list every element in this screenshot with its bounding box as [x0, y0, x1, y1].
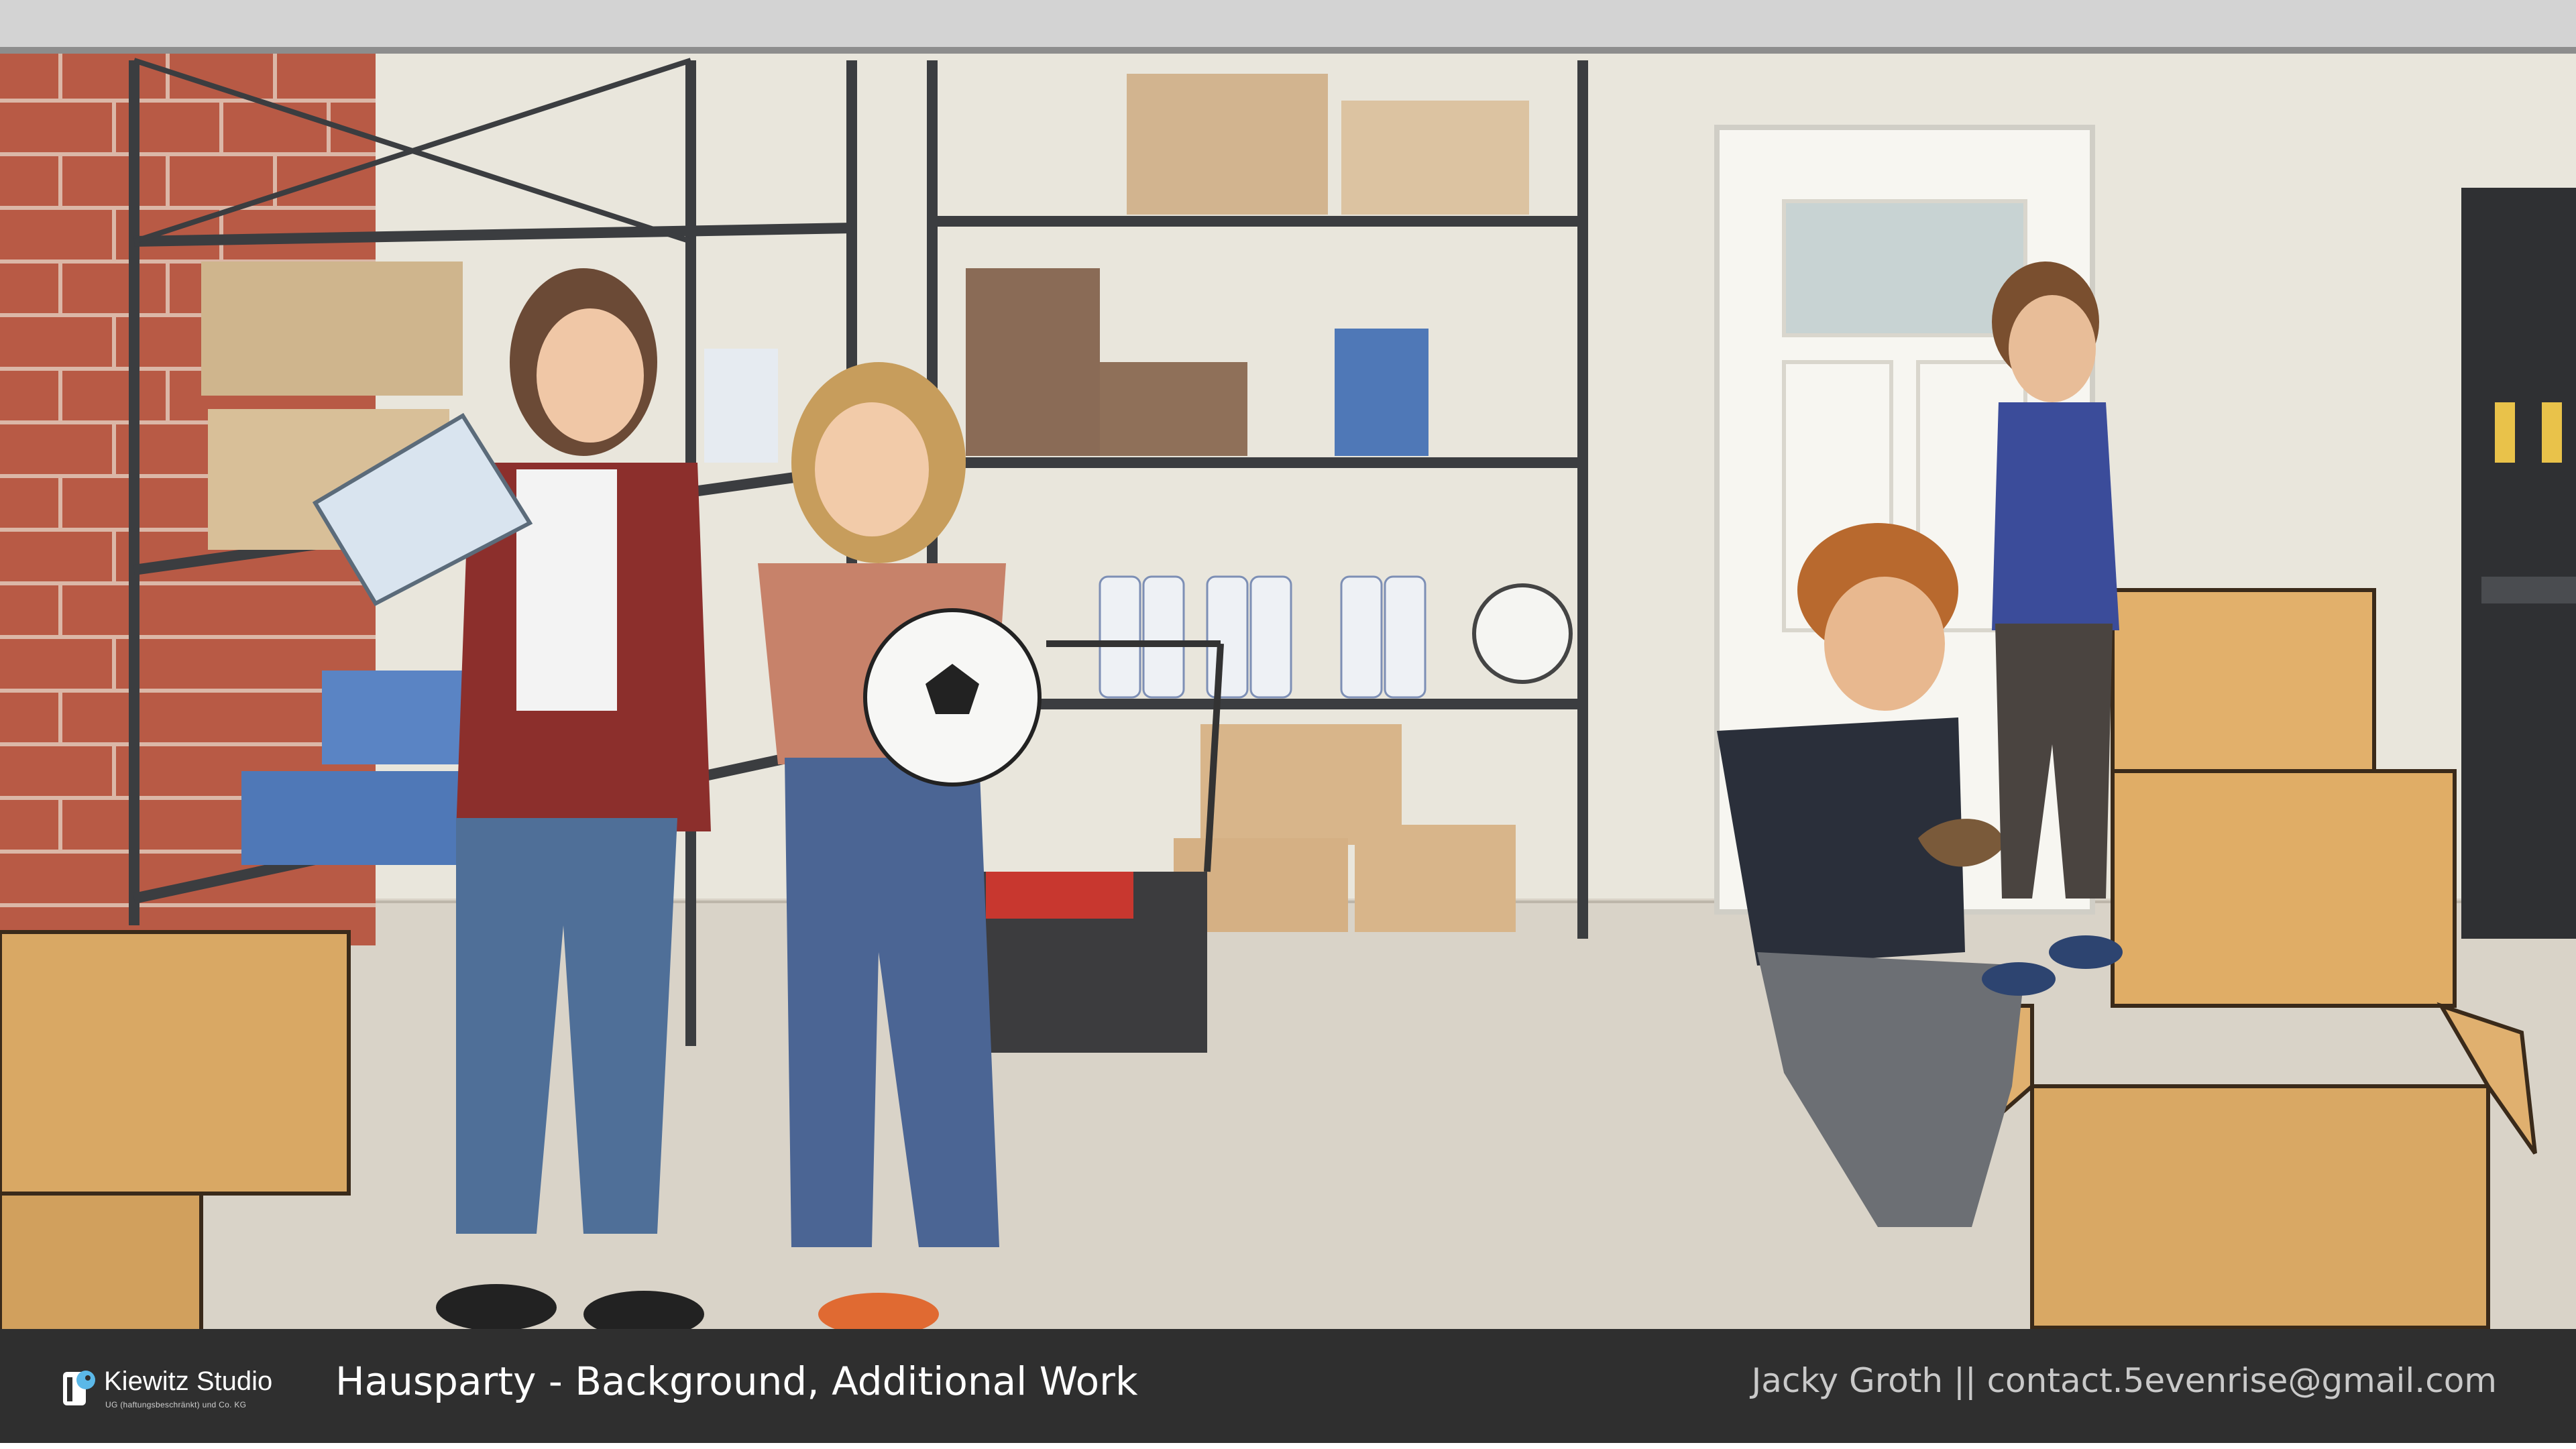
tool-wall: [2461, 188, 2576, 939]
garage-illustration: [0, 0, 2576, 1341]
artwork-title: Hausparty - Background, Additional Work: [335, 1358, 1138, 1404]
artist-credit: Jacky Groth || contact.5evenrise@gmail.c…: [1751, 1361, 2497, 1400]
artwork-frame: Kiewitz Studio UG (haftungsbeschränkt) u…: [0, 0, 2576, 1449]
studio-legal-form: UG (haftungsbeschränkt) und Co. KG: [105, 1400, 247, 1409]
studio-name: Kiewitz Studio: [104, 1367, 273, 1396]
kiewitz-studio-logo-icon: [63, 1371, 95, 1405]
